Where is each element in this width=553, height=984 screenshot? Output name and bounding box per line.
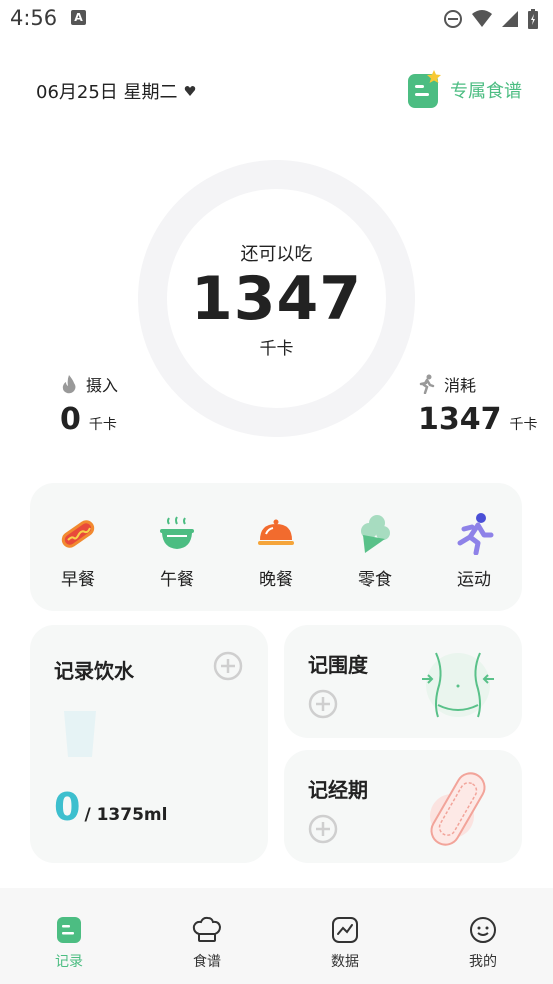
chef-hat-icon: [192, 916, 222, 942]
bowl-icon: [160, 516, 194, 549]
add-waist-icon[interactable]: [308, 689, 338, 719]
dnd-icon: [444, 10, 462, 28]
meal-label: 零食: [358, 570, 392, 590]
date-selector[interactable]: 06月25日 星期二: [36, 78, 196, 104]
water-title: 记录饮水: [54, 659, 134, 683]
recipe-book-icon: [408, 70, 441, 108]
wifi-icon: [472, 10, 492, 27]
record-icon: [57, 917, 81, 943]
meal-label: 运动: [457, 570, 491, 590]
meal-lunch[interactable]: 午餐: [142, 513, 212, 590]
water-cup-icon: [64, 711, 96, 757]
dish-cover-icon: [258, 519, 294, 545]
status-time: 4:56: [10, 6, 58, 30]
waist-measure-icon: [422, 652, 494, 718]
sanitary-pad-icon: [430, 772, 486, 846]
recipe-link-label: 专属食谱: [450, 81, 522, 102]
burn-value: 1347: [418, 402, 502, 437]
add-period-icon[interactable]: [308, 814, 338, 844]
intake-summary: 摄入 0 千卡: [60, 372, 118, 437]
meal-breakfast[interactable]: 早餐: [43, 513, 113, 590]
running-icon: [457, 513, 494, 555]
walker-icon: [419, 374, 435, 394]
water-current: 0: [54, 785, 81, 829]
bottom-nav: 记录 食谱 数据 我的: [0, 888, 553, 984]
burn-summary: 消耗 1347 千卡: [418, 372, 538, 437]
intake-label: 摄入: [86, 376, 119, 395]
exclusive-recipe-link[interactable]: 专属食谱: [408, 70, 522, 110]
nav-label: 记录: [55, 954, 83, 970]
date-text: 06月25日 星期二: [36, 82, 178, 103]
waist-record-card[interactable]: 记围度: [284, 625, 522, 738]
hotdog-icon: [61, 520, 95, 548]
signal-icon: [502, 11, 518, 27]
water-record-card[interactable]: 记录饮水 0 / 1375ml: [30, 625, 268, 863]
nav-label: 我的: [469, 954, 497, 970]
intake-value: 0: [60, 402, 81, 437]
burn-unit: 千卡: [509, 417, 538, 433]
add-water-icon[interactable]: [213, 651, 243, 681]
meal-record-card: 早餐 午餐 晚餐 零食 运动: [30, 483, 522, 611]
nav-record[interactable]: 记录: [29, 916, 109, 971]
remaining-unit: 千卡: [259, 339, 294, 359]
remaining-label: 还可以吃: [240, 244, 313, 265]
period-title: 记经期: [308, 778, 368, 802]
meal-exercise[interactable]: 运动: [439, 513, 509, 590]
burn-label: 消耗: [444, 376, 477, 395]
meal-label: 午餐: [160, 570, 194, 590]
meal-snack[interactable]: 零食: [340, 513, 410, 590]
notification-icon: A: [71, 10, 86, 25]
meal-dinner[interactable]: 晚餐: [241, 513, 311, 590]
flame-icon: [62, 375, 76, 394]
nav-data[interactable]: 数据: [305, 916, 385, 971]
water-amount: 0 / 1375ml: [54, 785, 167, 829]
nav-mine[interactable]: 我的: [443, 916, 523, 971]
chart-icon: [332, 917, 358, 943]
water-target: / 1375ml: [84, 805, 168, 825]
nav-label: 食谱: [193, 954, 221, 970]
nav-recipe[interactable]: 食谱: [167, 916, 247, 971]
status-icons: [443, 8, 539, 30]
meal-label: 晚餐: [259, 570, 293, 590]
period-record-card[interactable]: 记经期: [284, 750, 522, 863]
meal-label: 早餐: [61, 570, 95, 590]
ice-cream-icon: [361, 515, 390, 553]
smile-icon: [470, 917, 496, 943]
battery-icon: [528, 9, 538, 29]
intake-unit: 千卡: [88, 417, 117, 433]
waist-title: 记围度: [308, 653, 368, 677]
nav-label: 数据: [331, 954, 359, 970]
remaining-calories: 1347: [191, 264, 362, 334]
heart-dropdown-icon: [184, 86, 195, 96]
